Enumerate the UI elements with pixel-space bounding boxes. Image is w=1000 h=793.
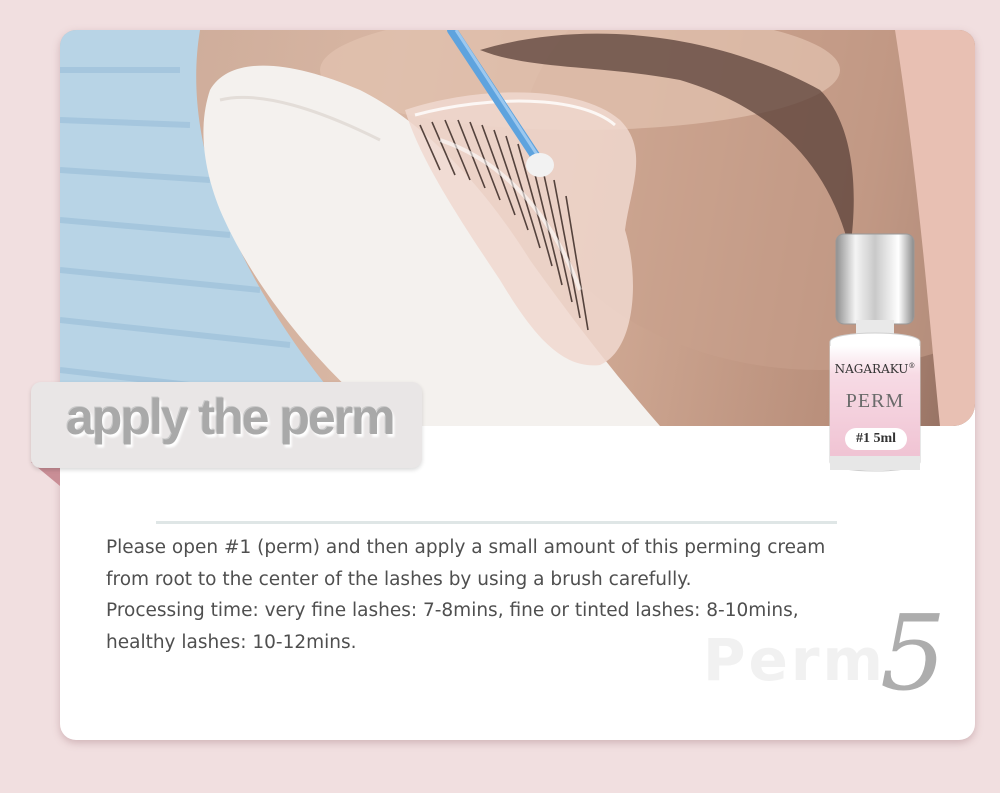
divider-line [156,521,837,524]
step-word-watermark: Perm [703,626,886,694]
instruction-paragraph: Please open #1 (perm) and then apply a s… [106,537,826,590]
product-bottle: NAGARAKU® PERM #1 5ml [822,230,928,482]
product-volume: #1 5ml [845,428,907,450]
step-number: 5 [880,592,947,714]
product-brand: NAGARAKU® [834,362,916,376]
product-name: PERM [845,390,905,412]
section-heading: apply the perm [66,389,396,445]
